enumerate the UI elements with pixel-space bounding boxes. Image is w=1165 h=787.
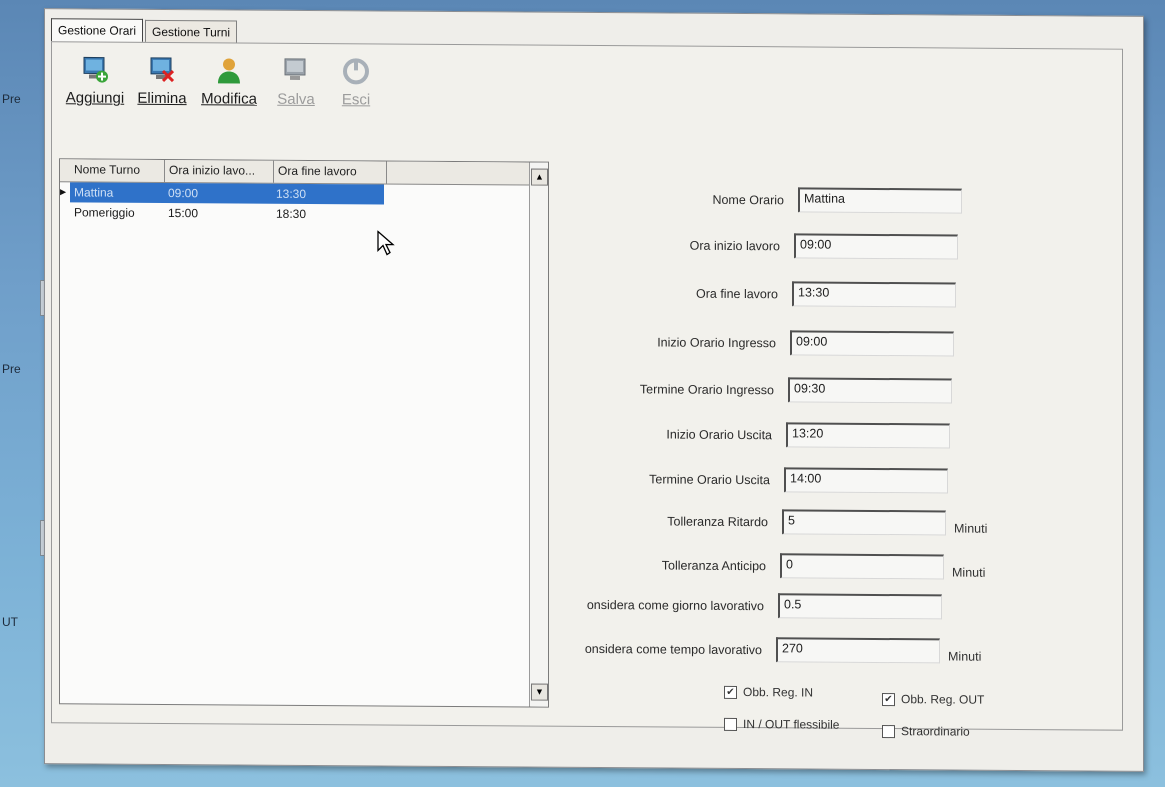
inout-flessibile-checkbox[interactable]: IN / OUT flessibile xyxy=(724,717,839,732)
mouse-pointer-icon xyxy=(377,230,395,261)
add-icon xyxy=(80,54,110,84)
nome-orario-field[interactable]: Mattina xyxy=(798,187,962,214)
label-ora-fine: Ora fine lavoro xyxy=(696,286,778,301)
edit-label: Modifica xyxy=(201,90,257,108)
obb-reg-out-checkbox[interactable]: ✔ Obb. Reg. OUT xyxy=(882,692,984,707)
exit-button[interactable]: Esci xyxy=(328,56,384,108)
column-header[interactable]: Nome Turno xyxy=(70,159,165,183)
column-header[interactable]: Ora fine lavoro xyxy=(274,160,387,184)
exit-icon xyxy=(341,56,371,86)
row-indicator-empty xyxy=(60,202,70,222)
save-label: Salva xyxy=(277,90,315,109)
user-edit-icon xyxy=(214,55,244,85)
save-icon xyxy=(281,56,311,86)
row-indicator-icon: ▶ xyxy=(60,187,67,197)
cell-end: 13:30 xyxy=(272,183,384,205)
label-tolleranza-ritardo: Tolleranza Ritardo xyxy=(667,514,768,529)
row-inizio-uscita: Inizio Orario Uscita 13:20 xyxy=(540,421,950,449)
label-nome-orario: Nome Orario xyxy=(712,192,784,207)
toolbar: Aggiungi Elimina Modifica Salva Esci xyxy=(60,54,384,108)
obb-reg-in-label: Obb. Reg. IN xyxy=(743,685,814,700)
label-inizio-uscita: Inizio Orario Uscita xyxy=(666,427,772,442)
checkmark-icon: ✔ xyxy=(724,685,737,699)
tolleranza-anticipo-field[interactable]: 0 xyxy=(780,553,944,580)
delete-label: Elimina xyxy=(137,89,187,108)
empty-checkbox-icon xyxy=(724,717,737,731)
cell-end: 18:30 xyxy=(276,206,307,221)
inizio-uscita-field[interactable]: 13:20 xyxy=(786,422,950,449)
row-inizio-ingresso: Inizio Orario Ingresso 09:00 xyxy=(544,329,954,357)
column-header[interactable]: Ora inizio lavo... xyxy=(165,160,274,183)
termine-ingresso-field[interactable]: 09:30 xyxy=(788,377,952,404)
main-window: Gestione Orari Gestione Turni Aggiungi E… xyxy=(44,8,1144,772)
cell-start: 15:00 xyxy=(168,206,199,221)
row-nome-orario: Nome Orario Mattina xyxy=(552,186,962,214)
cell-name: Mattina xyxy=(70,182,164,203)
delete-icon xyxy=(147,55,177,85)
label-termine-ingresso: Termine Orario Ingresso xyxy=(639,381,774,397)
delete-button[interactable]: Elimina xyxy=(134,55,190,107)
cell-start: 09:00 xyxy=(164,182,272,204)
giorno-lavorativo-field[interactable]: 0.5 xyxy=(778,593,942,620)
row-tolleranza-ritardo: Tolleranza Ritardo 5 Minuti xyxy=(536,508,987,536)
label-tempo-lavorativo: onsidera come tempo lavorativo xyxy=(584,641,762,657)
desktop-label: Pre xyxy=(2,92,21,106)
termine-uscita-field[interactable]: 14:00 xyxy=(784,467,948,494)
unit-label: Minuti xyxy=(954,521,988,536)
exit-label: Esci xyxy=(341,91,371,109)
unit-label: Minuti xyxy=(948,649,982,664)
scroll-up-icon[interactable]: ▲ xyxy=(531,168,548,186)
label-ora-inizio: Ora inizio lavoro xyxy=(689,238,780,253)
desktop-label: Pre xyxy=(2,362,21,376)
row-giorno-lavorativo: onsidera come giorno lavorativo 0.5 xyxy=(532,592,942,620)
scroll-down-icon[interactable]: ▼ xyxy=(531,683,548,701)
inizio-ingresso-field[interactable]: 09:00 xyxy=(790,330,954,357)
ora-inizio-field[interactable]: 09:00 xyxy=(794,233,958,260)
desktop-label: UT xyxy=(2,615,18,629)
row-ora-fine: Ora fine lavoro 13:30 xyxy=(546,280,956,308)
table-row[interactable]: Pomeriggio 15:00 18:30 xyxy=(60,202,548,225)
checkmark-icon: ✔ xyxy=(882,692,895,706)
inout-flessibile-label: IN / OUT flessibile xyxy=(743,717,840,732)
row-tolleranza-anticipo: Tolleranza Anticipo 0 Minuti xyxy=(534,552,985,580)
tab-strip: Gestione Orari Gestione Turni xyxy=(51,18,239,44)
tab-panel: Aggiungi Elimina Modifica Salva Esci Nom… xyxy=(51,41,1123,739)
tab-gestione-turni[interactable]: Gestione Turni xyxy=(145,19,238,44)
unit-label: Minuti xyxy=(952,565,986,580)
row-tempo-lavorativo: onsidera come tempo lavorativo 270 Minut… xyxy=(530,636,981,664)
obb-reg-in-checkbox[interactable]: ✔ Obb. Reg. IN xyxy=(724,685,813,700)
label-giorno-lavorativo: onsidera come giorno lavorativo xyxy=(586,597,764,613)
row-termine-uscita: Termine Orario Uscita 14:00 xyxy=(538,466,948,494)
row-termine-ingresso: Termine Orario Ingresso 09:30 xyxy=(542,376,952,404)
row-indicator-header xyxy=(60,159,70,181)
save-button[interactable]: Salva xyxy=(268,56,324,108)
cell-name: Pomeriggio xyxy=(74,205,135,220)
add-button[interactable]: Aggiungi xyxy=(60,54,130,107)
edit-button[interactable]: Modifica xyxy=(194,55,264,108)
grid-header: Nome Turno Ora inizio lavo... Ora fine l… xyxy=(60,159,548,186)
ora-fine-field[interactable]: 13:30 xyxy=(792,281,956,308)
straordinario-checkbox[interactable]: Straordinario xyxy=(882,724,970,739)
label-termine-uscita: Termine Orario Uscita xyxy=(649,471,770,487)
straordinario-label: Straordinario xyxy=(901,724,970,739)
tempo-lavorativo-field[interactable]: 270 xyxy=(776,637,940,664)
label-tolleranza-anticipo: Tolleranza Anticipo xyxy=(661,557,766,573)
empty-checkbox-icon xyxy=(882,724,895,738)
tab-gestione-orari[interactable]: Gestione Orari xyxy=(51,18,144,42)
tolleranza-ritardo-field[interactable]: 5 xyxy=(782,509,946,536)
add-label: Aggiungi xyxy=(65,89,125,107)
row-ora-inizio: Ora inizio lavoro 09:00 xyxy=(548,232,958,260)
obb-reg-out-label: Obb. Reg. OUT xyxy=(901,692,985,707)
shift-grid[interactable]: Nome Turno Ora inizio lavo... Ora fine l… xyxy=(59,158,549,708)
label-inizio-ingresso: Inizio Orario Ingresso xyxy=(657,334,776,350)
